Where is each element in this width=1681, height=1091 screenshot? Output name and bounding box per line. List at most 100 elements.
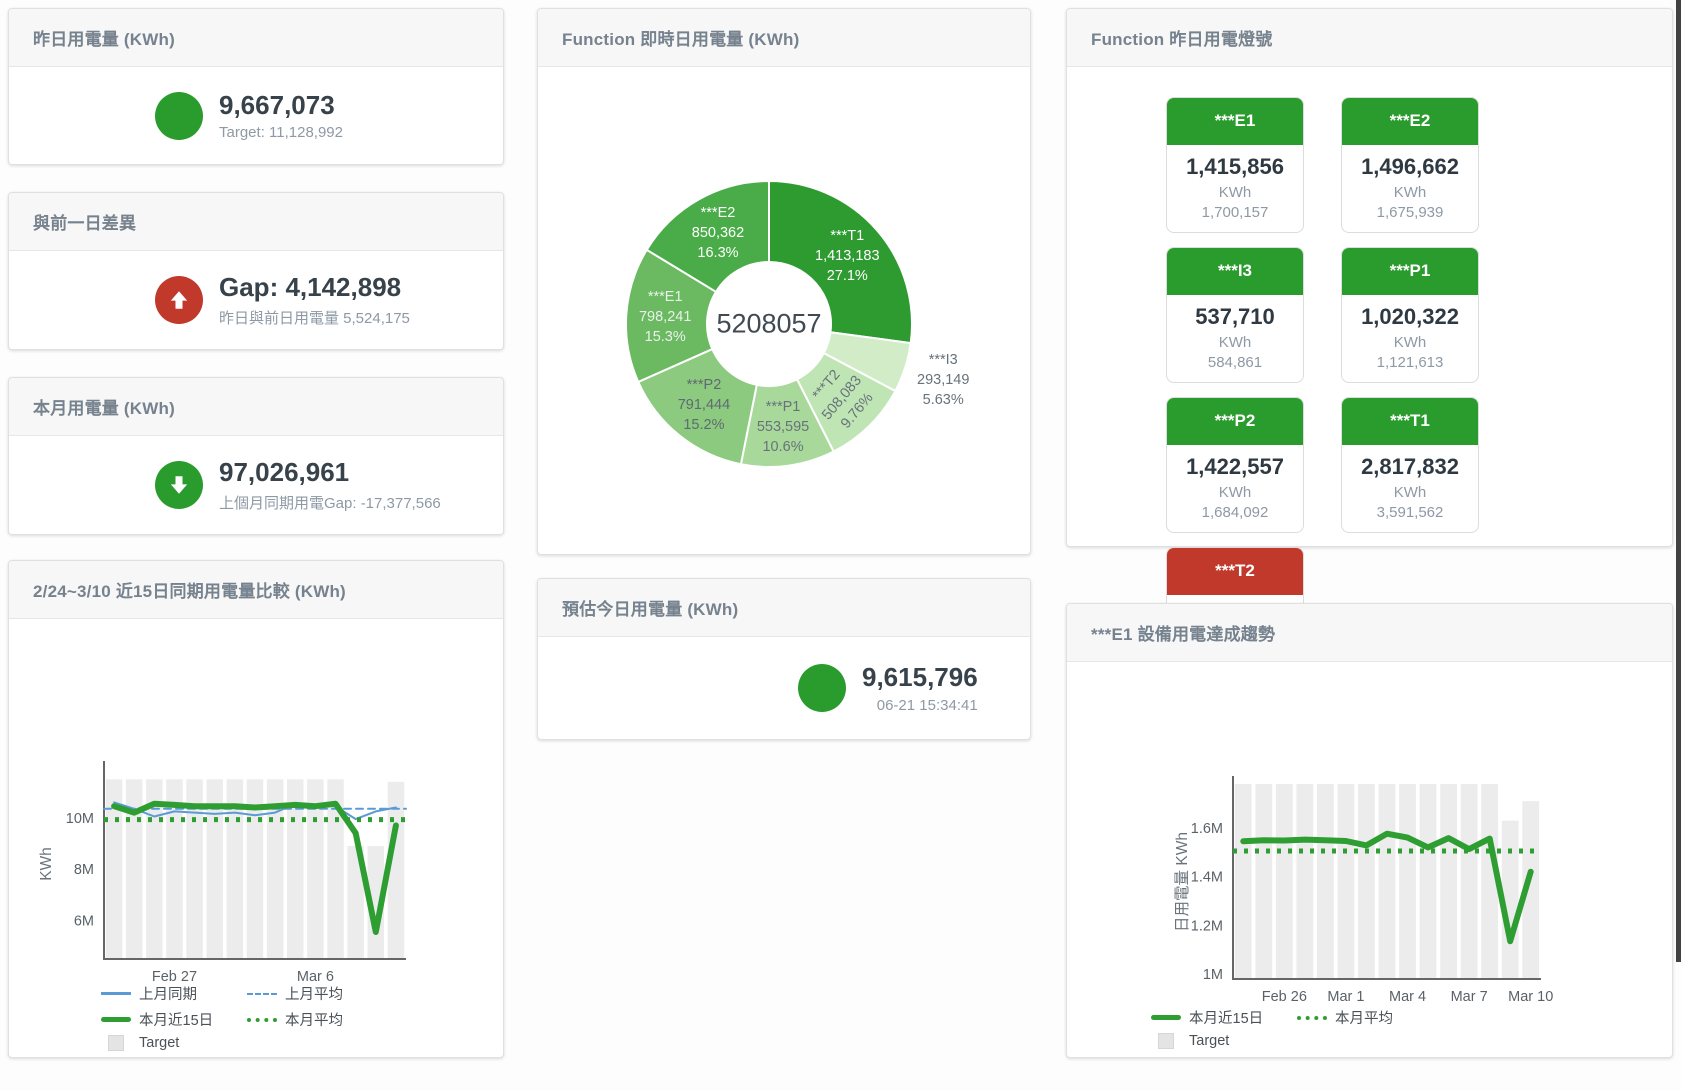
device-tile-unit: KWh	[1167, 484, 1303, 501]
device-tile-value: 1,496,662	[1342, 154, 1478, 180]
device-tile-p1: ***P11,020,322KWh1,121,613	[1341, 247, 1479, 383]
device-tile-target: 1,675,939	[1342, 204, 1478, 221]
device-tile-header: ***T1	[1341, 397, 1479, 445]
card-title-compare: 2/24~3/10 近15日同期用電量比較 (KWh)	[33, 577, 346, 602]
legend-label: 本月近15日	[1189, 1007, 1263, 1028]
legend-item[interactable]: Target	[1151, 1033, 1297, 1049]
day-gap-value: Gap: 4,142,898	[219, 272, 410, 303]
legend-item[interactable]: 本月平均	[1297, 1007, 1443, 1028]
device-tile-value: 1,422,557	[1167, 454, 1303, 480]
card-day-gap: 與前一日差異 Gap: 4,142,898 昨日與前日用電量 5,524,175	[8, 192, 504, 350]
month-usage-value: 97,026,961	[219, 457, 441, 488]
legend-item[interactable]: Target	[101, 1035, 247, 1051]
compare-legend: 上月同期 上月平均本月近15日本月平均 Target	[101, 983, 393, 1051]
donut-chart-body: 5208057 ***T11,413,18327.1%***I3293,1495…	[538, 67, 1030, 554]
trend-chart-body: 1M1.2M1.4M1.6MFeb 26Mar 1Mar 4Mar 7Mar 1…	[1067, 662, 1672, 1057]
device-tile-value: 537,710	[1167, 304, 1303, 330]
target-bar[interactable]	[1379, 784, 1396, 979]
device-tile-unit: KWh	[1342, 184, 1478, 201]
card-header: 昨日用電量 (KWh)	[9, 9, 503, 67]
card-month-usage: 本月用電量 (KWh) 97,026,961 上個月同期用電Gap: -17,3…	[8, 377, 504, 535]
device-tile-target: 1,700,157	[1167, 204, 1303, 221]
legend-swatch-box-icon	[101, 1035, 131, 1051]
y-tick-label: 1.6M	[1191, 821, 1223, 837]
target-bar[interactable]	[1276, 784, 1293, 979]
target-bar[interactable]	[1358, 784, 1375, 979]
device-tile-t1: ***T12,817,832KWh3,591,562	[1341, 397, 1479, 533]
device-tile-header: ***P2	[1166, 397, 1304, 445]
y-tick-label: 1.2M	[1191, 918, 1223, 934]
device-tile-header: ***E1	[1166, 97, 1304, 145]
legend-swatch-dashed-icon	[247, 993, 277, 995]
legend-label: Target	[139, 1035, 179, 1051]
target-bar[interactable]	[1235, 784, 1252, 979]
target-bar[interactable]	[1461, 784, 1478, 979]
month-usage-gap: 上個月同期用電Gap: -17,377,566	[219, 492, 441, 513]
target-bar[interactable]	[1440, 784, 1457, 979]
card-title-lights: Function 昨日用電燈號	[1091, 25, 1272, 50]
y-axis-title: 日用電量 KWh	[1174, 832, 1191, 932]
device-tile-e2: ***E21,496,662KWh1,675,939	[1341, 97, 1479, 233]
green-down-arrow-icon	[155, 461, 203, 509]
yesterday-usage-value: 9,667,073	[219, 90, 343, 121]
target-bar[interactable]	[1296, 784, 1313, 979]
device-tile-target: 1,684,092	[1167, 504, 1303, 521]
legend-item[interactable]: 上月同期	[101, 983, 247, 1004]
x-tick-label: Feb 26	[1262, 989, 1307, 1005]
legend-label: 上月同期	[139, 983, 197, 1004]
legend-item[interactable]: 上月平均	[247, 983, 393, 1004]
card-header: ***E1 設備用電達成趨勢	[1067, 604, 1672, 662]
predicted-today-timestamp: 06-21 15:34:41	[862, 697, 978, 714]
card-header: Function 即時日用電量 (KWh)	[538, 9, 1030, 67]
red-up-arrow-icon	[155, 276, 203, 324]
legend-row: 上月同期 上月平均	[101, 983, 393, 1004]
target-bar[interactable]	[1338, 784, 1355, 979]
legend-item[interactable]: 本月近15日	[1151, 1007, 1297, 1028]
device-tile-target: 1,121,613	[1342, 354, 1478, 371]
kpi-body: Gap: 4,142,898 昨日與前日用電量 5,524,175	[9, 251, 503, 349]
predicted-today-value: 9,615,796	[862, 662, 978, 693]
green-status-circle-icon	[798, 664, 846, 712]
legend-item[interactable]: 本月平均	[247, 1009, 393, 1030]
card-title-donut: Function 即時日用電量 (KWh)	[562, 25, 799, 50]
card-title-yesterday: 昨日用電量 (KWh)	[33, 25, 175, 50]
x-tick-label: Mar 10	[1508, 989, 1553, 1005]
x-tick-label: Mar 4	[1389, 989, 1426, 1005]
energy-dashboard: 昨日用電量 (KWh) 9,667,073 Target: 11,128,992…	[0, 0, 1681, 1091]
target-bar[interactable]	[1317, 784, 1334, 979]
device-tile-grid: ***E11,415,856KWh1,700,157***E21,496,662…	[1166, 97, 1648, 683]
kpi-text: 9,615,796 06-21 15:34:41	[862, 662, 978, 713]
kpi-body: 9,667,073 Target: 11,128,992	[9, 67, 503, 164]
card-header: 本月用電量 (KWh)	[9, 378, 503, 436]
kpi-text: Gap: 4,142,898 昨日與前日用電量 5,524,175	[219, 272, 410, 327]
kpi-body: 9,615,796 06-21 15:34:41	[538, 637, 1030, 739]
device-tile-unit: KWh	[1342, 484, 1478, 501]
legend-label: 上月平均	[285, 983, 343, 1004]
legend-row: 本月近15日本月平均	[101, 1009, 393, 1030]
card-header: Function 昨日用電燈號	[1067, 9, 1672, 67]
target-bar[interactable]	[1420, 784, 1437, 979]
trend-line-chart[interactable]: 1M1.2M1.4M1.6MFeb 26Mar 1Mar 4Mar 7Mar 1…	[1067, 662, 1672, 1057]
target-bar[interactable]	[1255, 784, 1272, 979]
card-header: 2/24~3/10 近15日同期用電量比較 (KWh)	[9, 561, 503, 619]
x-tick-label: Mar 7	[1451, 989, 1488, 1005]
card-header: 與前一日差異	[9, 193, 503, 251]
device-tile-header: ***T2	[1166, 547, 1304, 595]
card-e1-trend-chart: ***E1 設備用電達成趨勢 1M1.2M1.4M1.6MFeb 26Mar 1…	[1066, 603, 1673, 1058]
target-bar[interactable]	[1399, 784, 1416, 979]
y-axis-title: KWh	[38, 847, 55, 881]
legend-swatch-dotted-icon	[1297, 1016, 1327, 1020]
y-tick-label: 8M	[74, 862, 94, 878]
card-predicted-today: 預估今日用電量 (KWh) 9,615,796 06-21 15:34:41	[537, 578, 1031, 740]
legend-item[interactable]: 本月近15日	[101, 1009, 247, 1030]
legend-label: 本月平均	[1335, 1007, 1393, 1028]
day-gap-subtext: 昨日與前日用電量 5,524,175	[219, 307, 410, 328]
vertical-scrollbar[interactable]	[1676, 0, 1681, 962]
kpi-text: 97,026,961 上個月同期用電Gap: -17,377,566	[219, 457, 441, 512]
legend-swatch-thick-icon	[101, 1017, 131, 1022]
legend-swatch-box-icon	[1151, 1033, 1181, 1049]
card-title-predict: 預估今日用電量 (KWh)	[562, 595, 738, 620]
legend-row: Target	[1151, 1033, 1443, 1049]
kpi-text: 9,667,073 Target: 11,128,992	[219, 90, 343, 141]
device-tile-value: 1,020,322	[1342, 304, 1478, 330]
